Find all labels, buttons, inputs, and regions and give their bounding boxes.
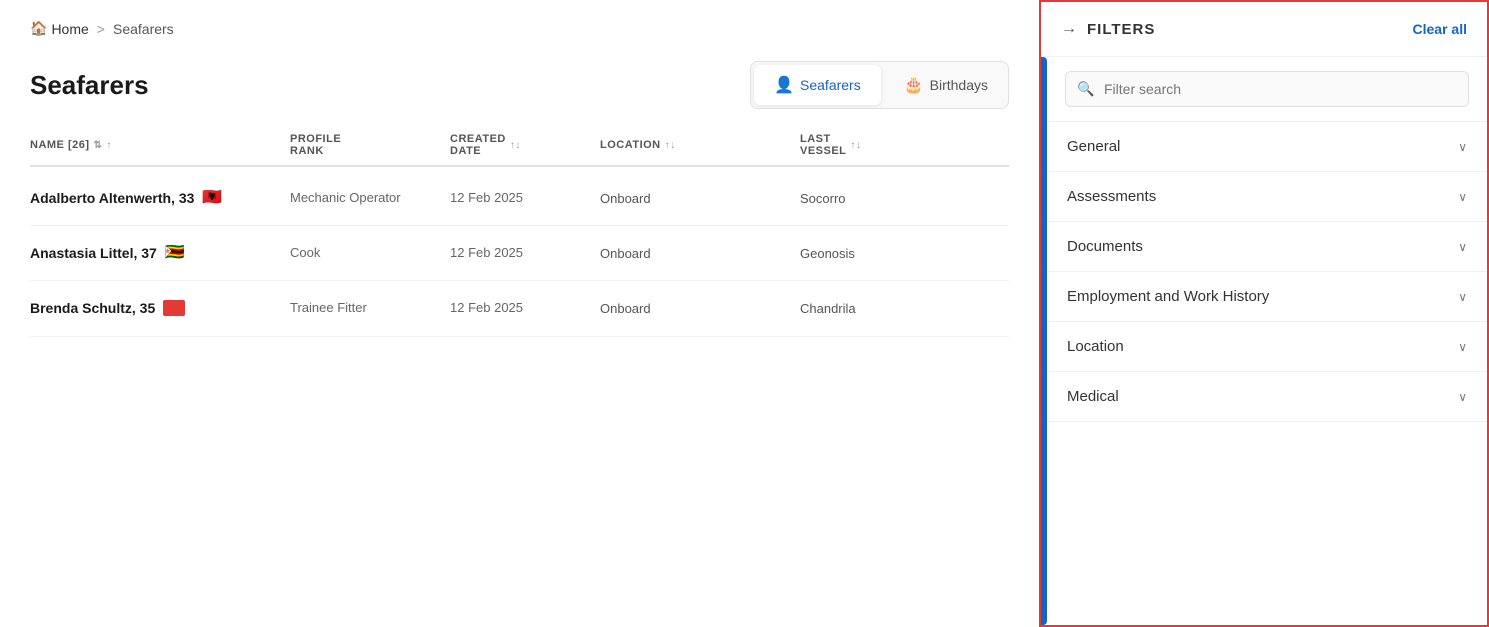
filters-header: → FILTERS Clear all [1041,2,1487,57]
col-rank: PROFILERANK [290,133,450,157]
seafarers-icon: 👤 [774,75,794,95]
filters-title: FILTERS [1087,21,1155,38]
breadcrumb-current: Seafarers [113,21,174,37]
col-vessel[interactable]: LASTVESSEL ↑↓ [800,133,1000,157]
col-name[interactable]: NAME [26] ⇅ ↑ [30,133,290,157]
filter-section-employment: Employment and Work History ∨ [1047,272,1487,322]
filter-section-location-header[interactable]: Location ∨ [1047,322,1487,371]
filter-section-documents-header[interactable]: Documents ∨ [1047,222,1487,271]
page-header: Seafarers 👤 Seafarers 🎂 Birthdays [30,61,1009,109]
cell-date-1: 12 Feb 2025 [450,189,600,207]
filters-panel: → FILTERS Clear all 🔍 General ∨ [1039,0,1489,627]
sort-vessel-icon: ↑↓ [850,140,861,151]
tab-seafarers[interactable]: 👤 Seafarers [754,65,881,105]
arrow-icon: → [1061,20,1077,38]
cell-rank-2: Cook [290,244,450,262]
breadcrumb-home[interactable]: 🏠 Home [30,20,89,37]
table-header: NAME [26] ⇅ ↑ PROFILERANK CREATEDDATE ↑↓… [30,133,1009,167]
breadcrumb: 🏠 Home > Seafarers [30,20,1009,37]
col-location[interactable]: LOCATION ↑↓ [600,133,800,157]
sidebar-inner: 🔍 General ∨ Assessments ∨ [1041,57,1487,625]
chevron-documents-icon: ∨ [1458,240,1467,254]
table-row[interactable]: Adalberto Altenwerth, 33 🇦🇱 Mechanic Ope… [30,171,1009,226]
clear-all-button[interactable]: Clear all [1413,21,1467,37]
cell-vessel-1: Socorro [800,191,1000,206]
table-row[interactable]: Brenda Schultz, 35 🟥 Trainee Fitter 12 F… [30,281,1009,336]
tab-group: 👤 Seafarers 🎂 Birthdays [750,61,1009,109]
filter-section-general: General ∨ [1047,122,1487,172]
filter-section-general-header[interactable]: General ∨ [1047,122,1487,171]
sort-name-up-icon: ↑ [106,140,112,151]
cell-name-3: Brenda Schultz, 35 🟥 [30,300,290,316]
flag-1: 🇦🇱 [202,190,224,206]
filter-search-wrap: 🔍 [1047,57,1487,122]
chevron-location-icon: ∨ [1458,340,1467,354]
chevron-employment-icon: ∨ [1458,290,1467,304]
cell-rank-3: Trainee Fitter [290,299,450,317]
filter-section-documents: Documents ∨ [1047,222,1487,272]
breadcrumb-separator: > [97,21,105,37]
chevron-assessments-icon: ∨ [1458,190,1467,204]
cell-location-1: Onboard [600,191,800,206]
table-row[interactable]: Anastasia Littel, 37 🇿🇼 Cook 12 Feb 2025… [30,226,1009,281]
home-icon: 🏠 [30,20,47,37]
filter-section-medical: Medical ∨ [1047,372,1487,422]
birthdays-icon: 🎂 [904,75,924,95]
filter-search-input[interactable] [1065,71,1469,107]
cell-rank-1: Mechanic Operator [290,189,450,207]
filter-section-location: Location ∨ [1047,322,1487,372]
chevron-medical-icon: ∨ [1458,390,1467,404]
seafarers-table: NAME [26] ⇅ ↑ PROFILERANK CREATEDDATE ↑↓… [30,133,1009,337]
cell-name-2: Anastasia Littel, 37 🇿🇼 [30,245,290,261]
flag-3: 🟥 [163,300,185,316]
cell-vessel-2: Geonosis [800,246,1000,261]
filter-section-medical-header[interactable]: Medical ∨ [1047,372,1487,421]
sort-created-icon: ↑↓ [510,140,521,151]
chevron-general-icon: ∨ [1458,140,1467,154]
cell-date-3: 12 Feb 2025 [450,299,600,317]
cell-date-2: 12 Feb 2025 [450,244,600,262]
cell-vessel-3: Chandrila [800,301,1000,316]
filter-section-employment-header[interactable]: Employment and Work History ∨ [1047,272,1487,321]
filter-section-assessments: Assessments ∨ [1047,172,1487,222]
col-created[interactable]: CREATEDDATE ↑↓ [450,133,600,157]
cell-location-2: Onboard [600,246,800,261]
filters-title-group: → FILTERS [1061,20,1155,38]
page-title: Seafarers [30,70,149,101]
sidebar-content: 🔍 General ∨ Assessments ∨ [1047,57,1487,625]
tab-birthdays[interactable]: 🎂 Birthdays [884,62,1008,108]
cell-name-1: Adalberto Altenwerth, 33 🇦🇱 [30,190,290,206]
flag-2: 🇿🇼 [165,245,187,261]
cell-location-3: Onboard [600,301,800,316]
sort-location-icon: ↑↓ [665,140,676,151]
sort-name-icon: ⇅ [94,140,103,151]
filter-section-assessments-header[interactable]: Assessments ∨ [1047,172,1487,221]
